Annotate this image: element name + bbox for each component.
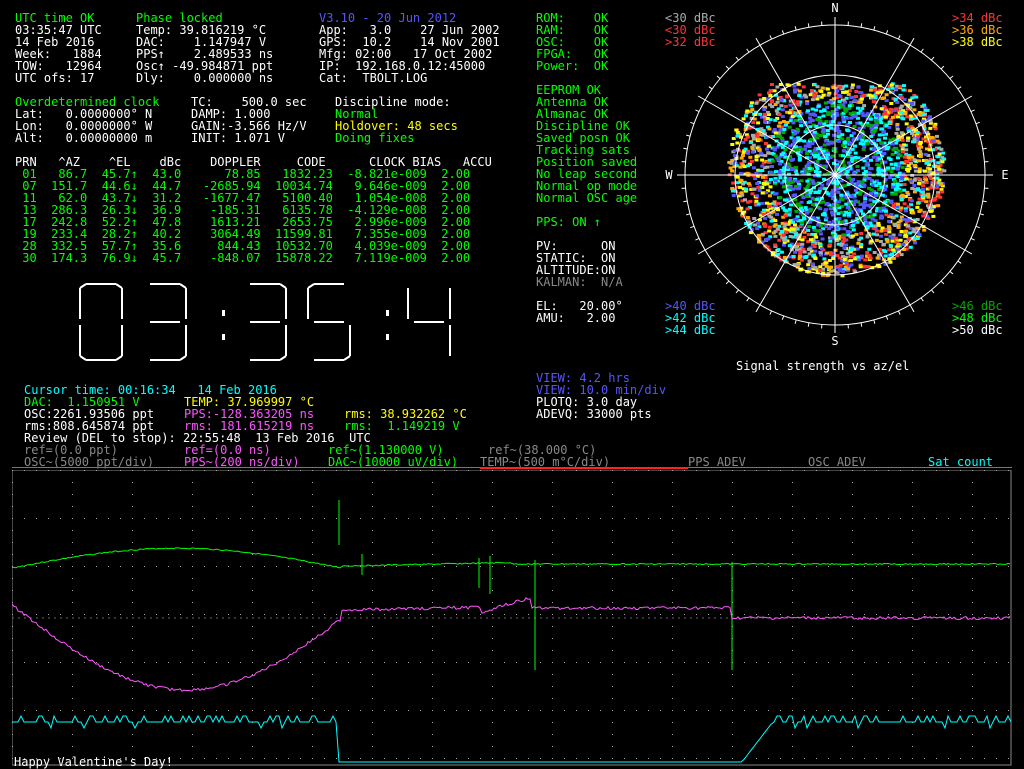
fix-status: Doing fixes	[335, 132, 414, 144]
adev-queue: ADEVQ: 33000 pts	[536, 408, 652, 420]
legend-entry: >32 dBc	[665, 36, 716, 48]
signal-sky-plot: N S E W	[660, 0, 1024, 350]
init-voltage: INIT: 1.071 V	[191, 132, 285, 144]
sky-plot-caption: Signal strength vs az/el	[736, 360, 909, 372]
amu-mask: AMU: 2.00	[536, 312, 615, 324]
legend-entry: >38 dBc	[952, 36, 1003, 48]
pps-state: PPS: ON ↑	[536, 216, 601, 228]
legend-entry: >44 dBc	[665, 324, 716, 336]
clock-digit	[250, 284, 286, 360]
compass-south: S	[831, 334, 838, 348]
health-item: Power: OK	[536, 60, 608, 72]
pps-trace	[12, 598, 1010, 691]
clock-digit	[150, 284, 186, 360]
plot-grid	[12, 470, 1009, 759]
utc-offset: UTC ofs: 17	[15, 72, 94, 84]
clock-digit	[408, 288, 450, 356]
big-clock	[72, 282, 452, 366]
history-plot[interactable]	[12, 470, 1012, 766]
clock-digit	[80, 284, 122, 360]
clock-digit	[308, 284, 350, 360]
compass-east: E	[1001, 168, 1008, 182]
receiver-flag: Normal OSC age	[536, 192, 637, 204]
compass-north: N	[831, 1, 838, 15]
dac-trace	[12, 548, 1010, 568]
legend-entry: >50 dBc	[952, 324, 1003, 336]
clock-colon	[386, 310, 389, 340]
satellite-row: 30 174.3 76.9↓ 45.7 -848.07 15878.22 7.1…	[15, 252, 470, 264]
signal-cells	[727, 82, 946, 277]
compass-west: W	[665, 168, 673, 182]
footer-message: Happy Valentine's Day!	[14, 756, 173, 768]
sky-grid	[677, 17, 993, 333]
log-file: Cat: TBOLT.LOG	[319, 72, 427, 84]
altitude: Alt: 0.00000000 m	[15, 132, 152, 144]
mode-item: KALMAN: N/A	[536, 276, 623, 288]
clock-colon	[222, 310, 225, 340]
plot-range-marker	[480, 467, 688, 469]
delay: Dly: 0.000000 ns	[136, 72, 273, 84]
